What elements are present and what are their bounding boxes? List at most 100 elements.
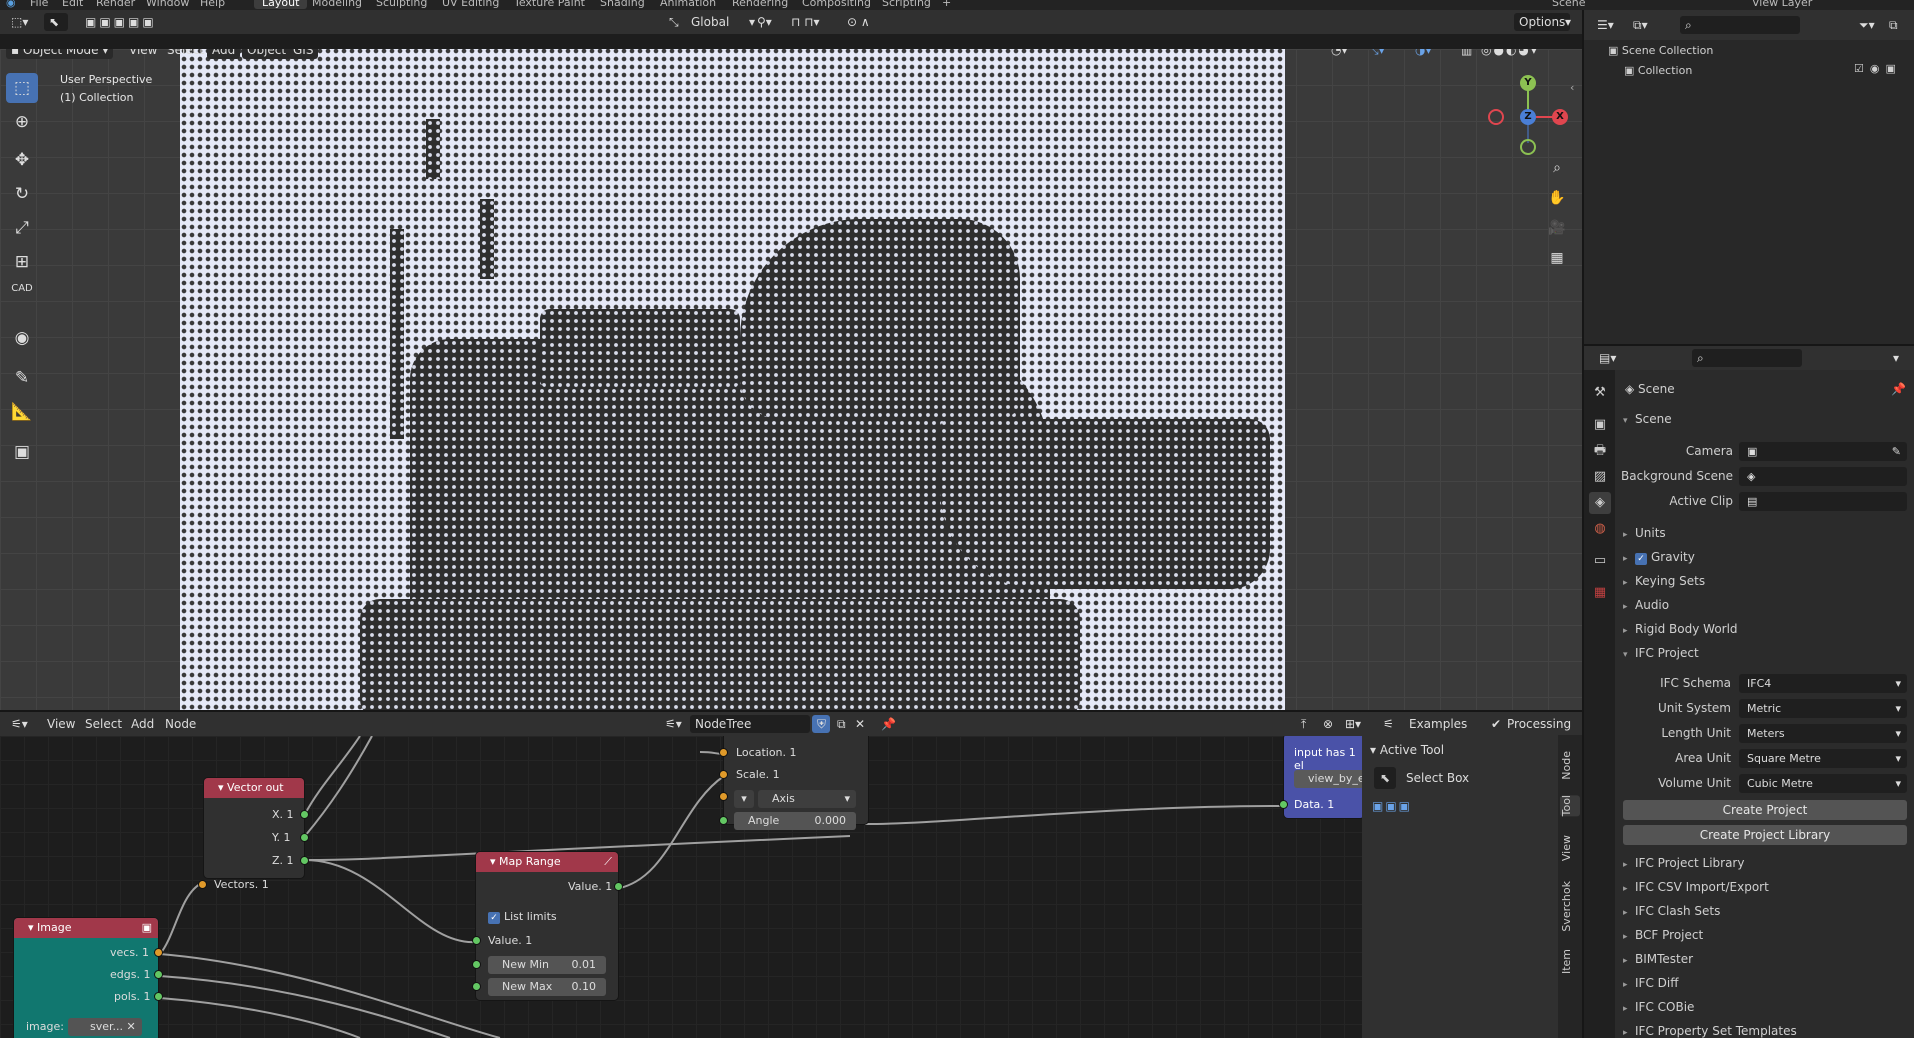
add-workspace-icon[interactable]: + bbox=[942, 0, 951, 9]
pan-hand-icon[interactable]: ✋ bbox=[1544, 185, 1570, 211]
properties-search-input[interactable]: ⌕ bbox=[1692, 349, 1802, 367]
snap-node-icon[interactable]: ⊗ bbox=[1318, 715, 1338, 733]
checkbox-checked-icon[interactable]: ✓ bbox=[488, 912, 500, 924]
blender-logo-icon[interactable]: ◉ bbox=[6, 0, 16, 9]
new-max-socket[interactable] bbox=[472, 982, 481, 991]
active-tool-panel-header[interactable]: ▾ Active Tool bbox=[1370, 743, 1444, 757]
node-menu-node[interactable]: Node bbox=[160, 715, 201, 733]
workspace-tab-sculpting[interactable]: Sculpting bbox=[368, 0, 435, 9]
rotate-icon[interactable]: ↻ bbox=[6, 179, 38, 209]
properties-editor-type-icon[interactable]: ▤▾ bbox=[1594, 349, 1621, 367]
viewport-menu-gis[interactable]: GIS bbox=[288, 49, 319, 59]
axis-input-socket[interactable] bbox=[719, 792, 728, 801]
sverchok-icon[interactable]: ⚟ bbox=[1378, 715, 1399, 733]
snap-element-icon[interactable]: ⊞▾ bbox=[1340, 715, 1366, 733]
workspace-tab-texture-paint[interactable]: Texture Paint bbox=[506, 0, 593, 9]
menu-edit[interactable]: Edit bbox=[62, 0, 83, 9]
visibility-icon[interactable]: ◔▾ bbox=[1326, 49, 1353, 59]
gizmo-x-axis[interactable]: X bbox=[1552, 109, 1568, 125]
viewport-menu-view[interactable]: View bbox=[124, 49, 162, 59]
pivot-point-icon[interactable]: ⚲▾ bbox=[752, 13, 777, 31]
annotate-icon[interactable]: ✎ bbox=[6, 363, 38, 393]
node-menu-add[interactable]: Add bbox=[126, 715, 159, 733]
workspace-tab-layout[interactable]: Layout bbox=[254, 0, 308, 9]
workspace-tab-animation[interactable]: Animation bbox=[652, 0, 724, 9]
data-input-socket[interactable] bbox=[1279, 800, 1288, 809]
filter-icon[interactable]: ⏷▾ bbox=[1854, 16, 1880, 34]
zoom-icon[interactable]: ⌕ bbox=[1544, 155, 1570, 181]
ifc-schema-dropdown[interactable]: IFC4 ▾ bbox=[1739, 674, 1907, 693]
background-scene-field[interactable]: ◈ bbox=[1739, 467, 1907, 486]
active-clip-field[interactable]: ▤ bbox=[1739, 492, 1907, 511]
axis-toggle-icon[interactable]: ▾ bbox=[734, 790, 754, 808]
node-menu-view[interactable]: View bbox=[42, 715, 80, 733]
area-separator[interactable] bbox=[0, 710, 1582, 712]
outliner-editor-type-icon[interactable]: ☰▾ bbox=[1592, 16, 1619, 34]
tab-tool[interactable]: Tool bbox=[1560, 795, 1580, 817]
length-unit-dropdown[interactable]: Meters ▾ bbox=[1739, 724, 1907, 743]
section-ifc-pset-templates[interactable]: ▸ IFC Property Set Templates bbox=[1623, 1024, 1797, 1038]
angle-field[interactable]: Angle 0.000 bbox=[734, 812, 856, 830]
camera-field[interactable]: ▣ ✎ bbox=[1739, 442, 1907, 461]
collection-tab-icon[interactable]: ▭ bbox=[1589, 550, 1611, 572]
move-icon[interactable]: ✥ bbox=[6, 145, 38, 175]
unit-system-dropdown[interactable]: Metric ▾ bbox=[1739, 699, 1907, 718]
add-cube-icon[interactable]: ▣ bbox=[6, 437, 38, 467]
area-separator[interactable] bbox=[1582, 10, 1584, 1038]
workspace-tab-rendering[interactable]: Rendering bbox=[724, 0, 796, 9]
shading-mode-icons[interactable]: ◎●◐◕▾ bbox=[1476, 49, 1544, 59]
scale-input-socket[interactable] bbox=[719, 770, 728, 779]
map-range-output-socket[interactable] bbox=[614, 882, 623, 891]
x-output-socket[interactable] bbox=[300, 810, 309, 819]
section-rigid-body-world[interactable]: ▸ Rigid Body World bbox=[1623, 622, 1738, 636]
camera-icon[interactable]: ▣ bbox=[1885, 62, 1901, 75]
list-limits-checkbox[interactable]: ✓ List limits bbox=[488, 910, 557, 924]
properties-options-chevron-icon[interactable]: ▾ bbox=[1888, 349, 1904, 367]
section-ifc-csv[interactable]: ▸ IFC CSV Import/Export bbox=[1623, 880, 1769, 894]
menu-window[interactable]: Window bbox=[146, 0, 189, 9]
tab-sverchok[interactable]: Sverchok bbox=[1560, 881, 1580, 932]
selection-mode-buttons[interactable]: ▣▣▣ bbox=[1372, 799, 1412, 813]
snap-icon[interactable]: ⊓ ⊓▾ bbox=[786, 13, 825, 31]
cad-tool-icon[interactable]: CAD bbox=[6, 281, 38, 311]
node-menu-select[interactable]: Select bbox=[80, 715, 127, 733]
section-units[interactable]: ▸ Units bbox=[1623, 526, 1666, 540]
view-layer-tab-icon[interactable]: ▨ bbox=[1589, 466, 1611, 488]
node-editor-canvas[interactable]: ▾ Vector out X. 1 Y. 1 Z. 1 Vectors. 1 ▾… bbox=[0, 736, 1362, 1038]
gizmo-toggle-icon[interactable]: ⤡▾ bbox=[1364, 49, 1390, 59]
axis-dropdown[interactable]: Axis ▾ bbox=[758, 790, 856, 808]
viewport-menu-select[interactable]: Select bbox=[162, 49, 209, 59]
volume-unit-dropdown[interactable]: Cubic Metre ▾ bbox=[1739, 774, 1907, 793]
area-unit-dropdown[interactable]: Square Metre ▾ bbox=[1739, 749, 1907, 768]
z-output-socket[interactable] bbox=[300, 856, 309, 865]
workspace-tab-modeling[interactable]: Modeling bbox=[304, 0, 370, 9]
sidebar-collapse-icon[interactable]: ‹ bbox=[1570, 81, 1574, 94]
examples-menu[interactable]: Examples bbox=[1404, 715, 1472, 733]
gizmo-y-axis[interactable]: Y bbox=[1520, 75, 1536, 91]
section-scene[interactable]: ▾ Scene bbox=[1623, 412, 1672, 426]
location-input-socket[interactable] bbox=[719, 748, 728, 757]
xray-icon[interactable]: ▥ bbox=[1456, 49, 1477, 59]
measure-icon[interactable]: 📐 bbox=[6, 397, 38, 427]
transform-icon[interactable]: ⊞ bbox=[6, 247, 38, 277]
section-gravity[interactable]: ▸ ✓ Gravity bbox=[1623, 550, 1695, 565]
select-box-icon[interactable]: ⬚ bbox=[6, 73, 38, 103]
image-icon[interactable]: ▣ bbox=[142, 918, 152, 938]
eye-icon[interactable]: ◉ bbox=[1870, 62, 1886, 75]
checkbox-checked-icon[interactable]: ✓ bbox=[1635, 553, 1647, 565]
new-min-field[interactable]: New Min 0.01 bbox=[488, 956, 606, 974]
vecs-output-socket[interactable] bbox=[154, 948, 163, 957]
node-tree-type-icon[interactable]: ⚟▾ bbox=[660, 715, 687, 733]
new-min-socket[interactable] bbox=[472, 960, 481, 969]
editor-type-icon[interactable]: ⬚▾ bbox=[6, 13, 33, 31]
viewport-menu-add[interactable]: Add bbox=[207, 49, 241, 59]
camera-view-icon[interactable]: 🎥 bbox=[1544, 215, 1570, 241]
perspective-toggle-icon[interactable]: ▦ bbox=[1544, 245, 1570, 271]
section-ifc-project-library[interactable]: ▸ IFC Project Library bbox=[1623, 856, 1744, 870]
node-tree-name-field[interactable]: NodeTree bbox=[690, 715, 810, 733]
outliner-scene-collection[interactable]: ▣ Scene Collection bbox=[1608, 44, 1713, 57]
gizmo-neg-x[interactable] bbox=[1488, 109, 1504, 125]
world-tab-icon[interactable]: ◍ bbox=[1589, 518, 1611, 540]
transform-orientation-icon[interactable]: ⤡ bbox=[664, 13, 684, 31]
section-ifc-project[interactable]: ▾ IFC Project bbox=[1623, 646, 1699, 660]
